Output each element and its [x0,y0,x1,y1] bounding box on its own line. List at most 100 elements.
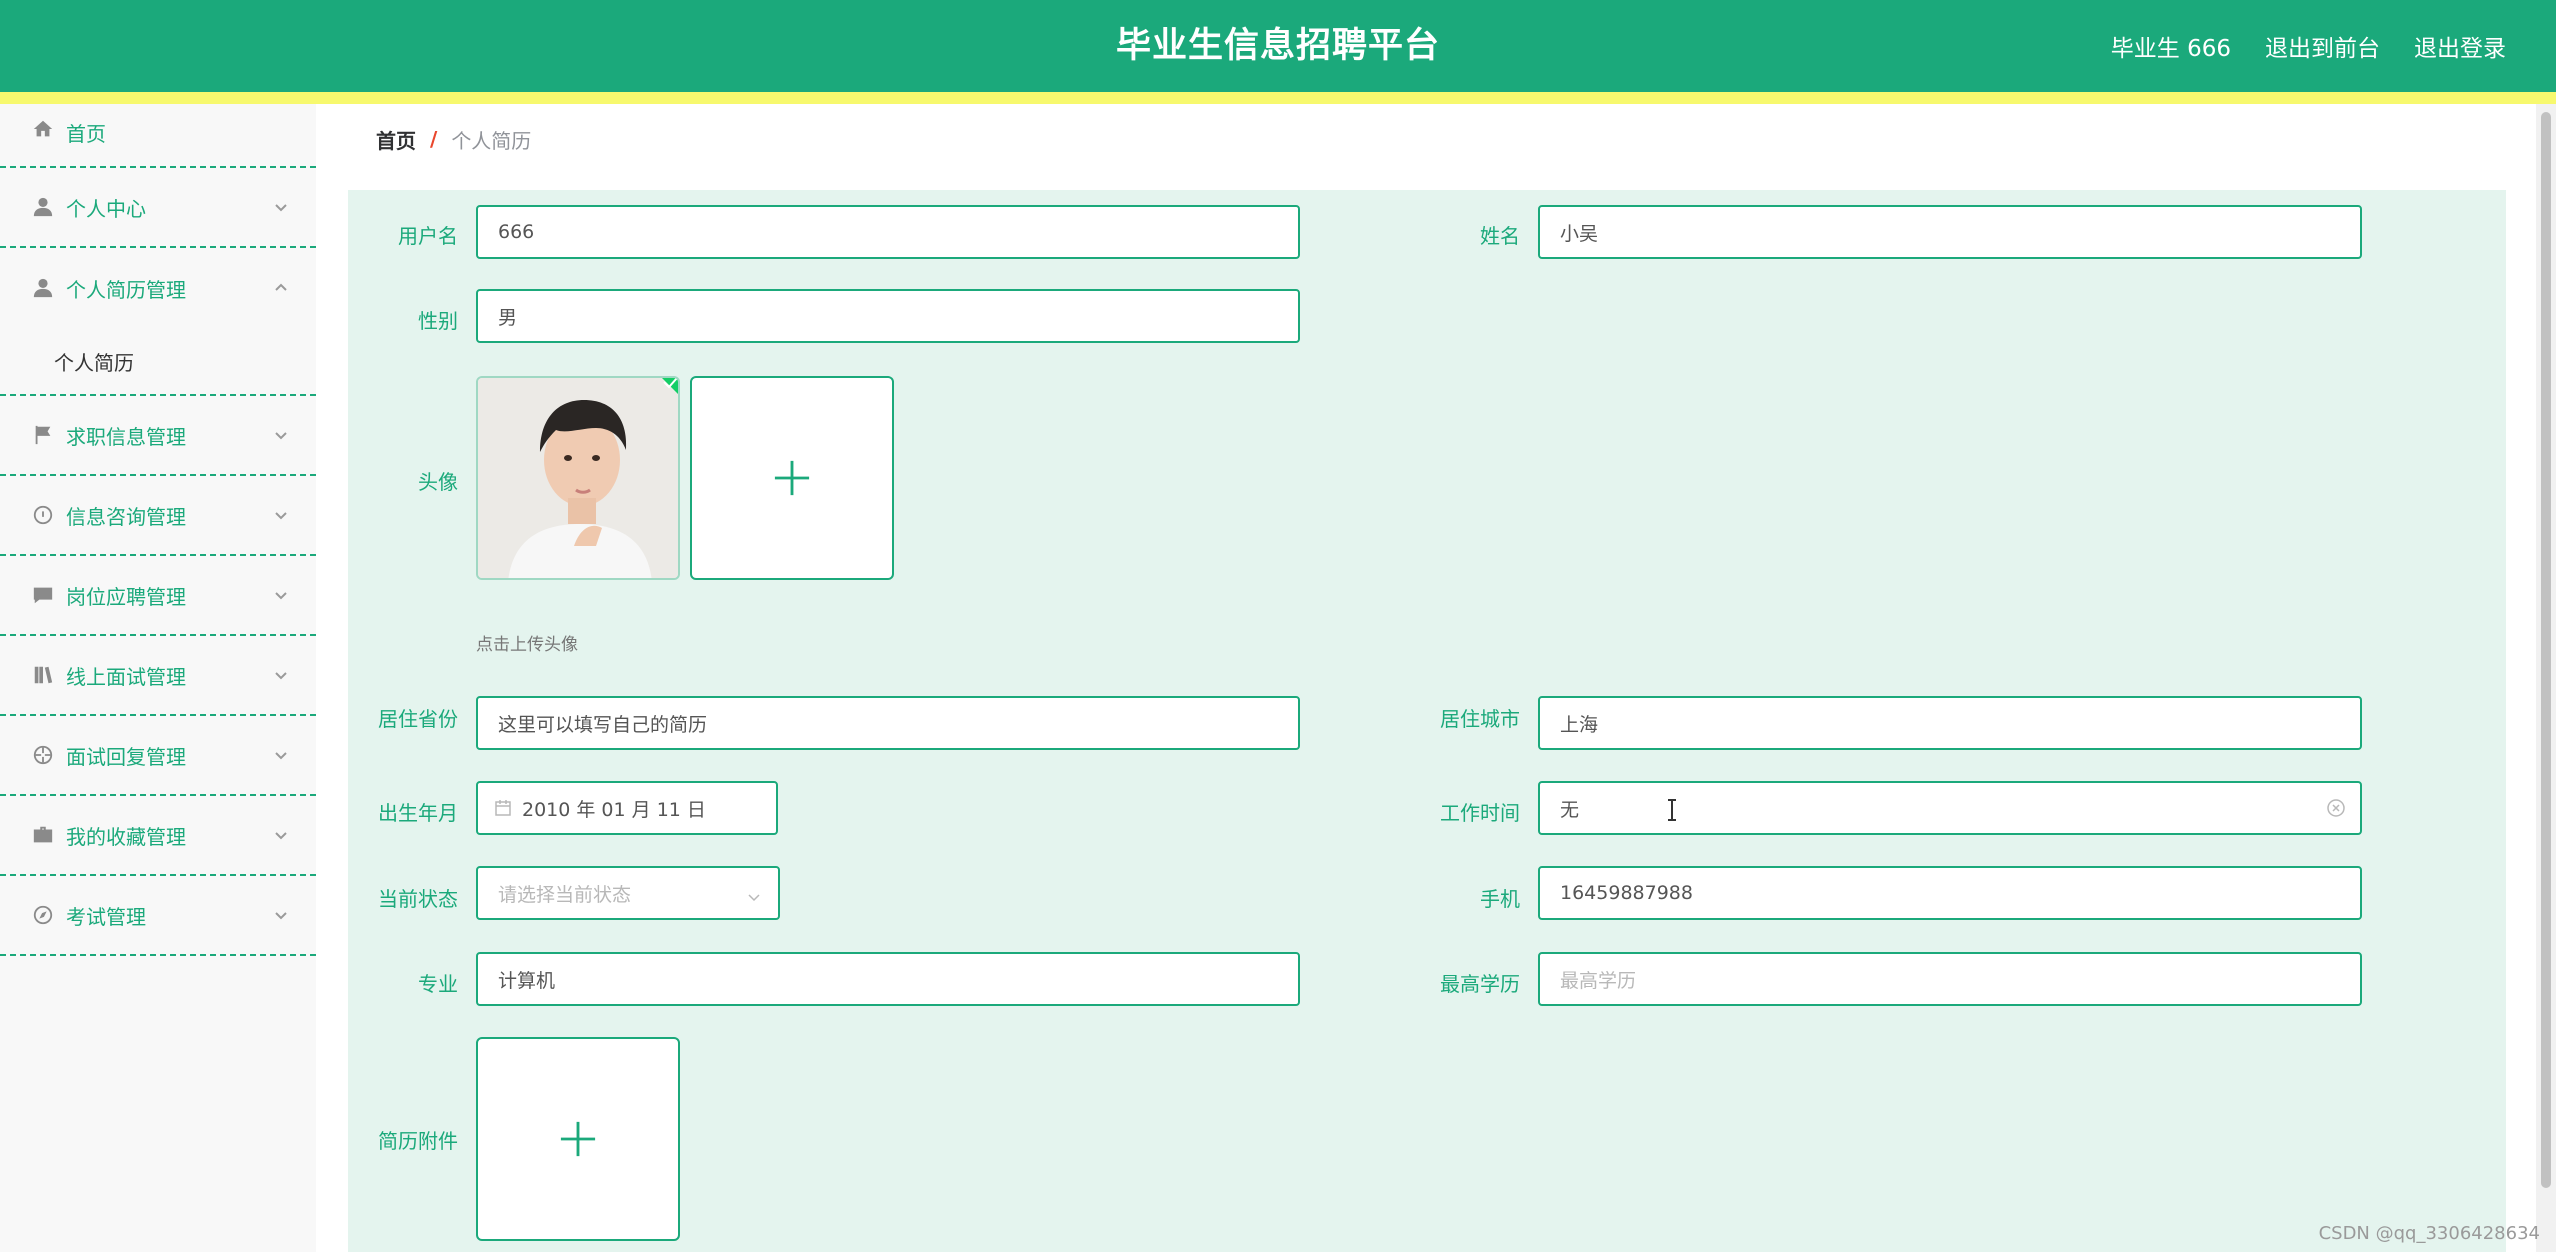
sidebar-item-interview[interactable]: 线上面试管理 [0,636,316,716]
crosshair-icon [32,744,54,766]
sidebar-item-label: 首页 [66,122,106,146]
name-input[interactable]: 小吴 [1538,205,2362,259]
sidebar-item-personal-center[interactable]: 个人中心 [0,168,316,248]
sidebar-subitem-resume[interactable]: 个人简历 [0,328,316,396]
scrollbar-thumb[interactable] [2541,112,2551,1188]
sidebar-item-exam[interactable]: 考试管理 [0,876,316,956]
city-input[interactable]: 上海 [1538,696,2362,750]
province-label: 居住省份 [378,707,458,731]
education-placeholder: 最高学历 [1560,969,1637,992]
sidebar-item-label: 岗位应聘管理 [66,584,186,609]
chevron-down-icon [274,903,288,927]
birth-value: 2010 年 01 月 11 日 [522,798,706,821]
chevron-down-icon [274,583,288,607]
resume-form: 用户名 666 姓名 小吴 性别 男 头像 点击上传头像 居住省份 这里可以填写… [348,190,2506,1252]
major-input[interactable]: 计算机 [476,952,1300,1006]
chevron-down-icon [274,423,288,447]
logout-link[interactable]: 退出登录 [2414,29,2506,63]
sidebar-item-label: 考试管理 [66,904,146,929]
phone-input[interactable]: 16459887988 [1538,866,2362,920]
sidebar-item-job-apply[interactable]: 岗位应聘管理 [0,556,316,636]
breadcrumb: 首页 / 个人简历 [348,106,2506,172]
sidebar-item-label: 面试回复管理 [66,744,186,769]
sidebar-item-favorites[interactable]: 我的收藏管理 [0,796,316,876]
page-scrollbar[interactable] [2536,104,2556,1252]
user-icon [32,196,54,218]
major-value: 计算机 [498,969,556,992]
attachment-label: 简历附件 [378,1129,458,1153]
birth-label: 出生年月 [378,801,458,825]
breadcrumb-separator: / [430,127,438,151]
top-links: 毕业生 666 退出到前台 退出登录 [2111,0,2506,92]
chevron-down-icon [274,195,288,219]
status-select[interactable]: 请选择当前状态 [476,866,780,920]
city-value: 上海 [1560,713,1599,736]
province-value: 这里可以填写自己的简历 [498,713,708,736]
attachment-upload-button[interactable] [476,1037,680,1241]
work-time-input[interactable]: 无 [1538,781,2362,835]
education-input[interactable]: 最高学历 [1538,952,2362,1006]
books-icon [32,664,54,686]
sidebar-item-label: 信息咨询管理 [66,504,186,529]
chevron-down-icon [746,888,762,910]
text-cursor-icon [1666,799,1678,826]
work-time-value: 无 [1560,798,1580,821]
sidebar-item-label: 个人中心 [66,196,146,221]
avatar-upload-hint: 点击上传头像 [476,635,578,655]
chat-icon [32,584,54,606]
breadcrumb-home[interactable]: 首页 [376,125,416,154]
chevron-down-icon [274,743,288,767]
sidebar: 首页 个人中心 个人简历管理 个人简历 求职信息管理 信息咨询管理 岗位应聘管理 [0,104,316,1252]
sidebar-item-resume-management[interactable]: 个人简历管理 [0,248,316,328]
username-label: 用户名 [398,224,458,248]
plus-icon [774,460,810,496]
birth-date-picker[interactable]: 2010 年 01 月 11 日 [476,781,778,835]
username-input[interactable]: 666 [476,205,1300,259]
avatar-photo [478,378,678,578]
calendar-icon [494,799,512,817]
phone-label: 手机 [1480,887,1520,911]
name-label: 姓名 [1480,224,1520,248]
major-label: 专业 [418,972,458,996]
top-header: 毕业生信息招聘平台 毕业生 666 退出到前台 退出登录 [0,0,2556,92]
sidebar-item-consult[interactable]: 信息咨询管理 [0,476,316,556]
avatar-image[interactable] [476,376,680,580]
sidebar-item-label: 个人简历管理 [66,277,186,302]
province-input[interactable]: 这里可以填写自己的简历 [476,696,1300,750]
sidebar-item-label: 求职信息管理 [66,424,186,449]
chevron-down-icon [274,823,288,847]
chevron-up-icon [274,276,288,300]
status-placeholder: 请选择当前状态 [498,883,632,906]
phone-value: 16459887988 [1560,882,1693,904]
breadcrumb-current: 个人简历 [451,128,532,153]
dashboard-icon [32,504,54,526]
header-stripe [0,92,2556,104]
sidebar-item-job-info[interactable]: 求职信息管理 [0,396,316,476]
avatar-label: 头像 [418,470,458,494]
chevron-down-icon [274,503,288,527]
city-label: 居住城市 [1440,707,1520,731]
gender-value: 男 [498,306,518,329]
gender-label: 性别 [418,309,458,333]
sidebar-item-interview-reply[interactable]: 面试回复管理 [0,716,316,796]
back-to-front-link[interactable]: 退出到前台 [2265,29,2380,63]
flag-icon [32,424,54,446]
chevron-down-icon [274,663,288,687]
compass-icon [32,904,54,926]
home-icon [32,118,54,140]
sidebar-item-home[interactable]: 首页 [0,104,316,168]
briefcase-icon [32,824,54,846]
education-label: 最高学历 [1440,972,1520,996]
watermark: CSDN @qq_3306428634 [2318,1223,2540,1244]
sidebar-item-label: 我的收藏管理 [66,824,186,849]
gender-input[interactable]: 男 [476,289,1300,343]
clear-icon[interactable] [2326,798,2346,823]
username-value: 666 [498,221,535,243]
sidebar-item-label: 线上面试管理 [66,664,186,689]
status-label: 当前状态 [378,887,458,911]
user-icon [32,277,54,299]
user-label: 毕业生 666 [2110,36,2231,62]
plus-icon [560,1121,596,1157]
avatar-upload-button[interactable] [690,376,894,580]
work-time-label: 工作时间 [1440,801,1520,825]
